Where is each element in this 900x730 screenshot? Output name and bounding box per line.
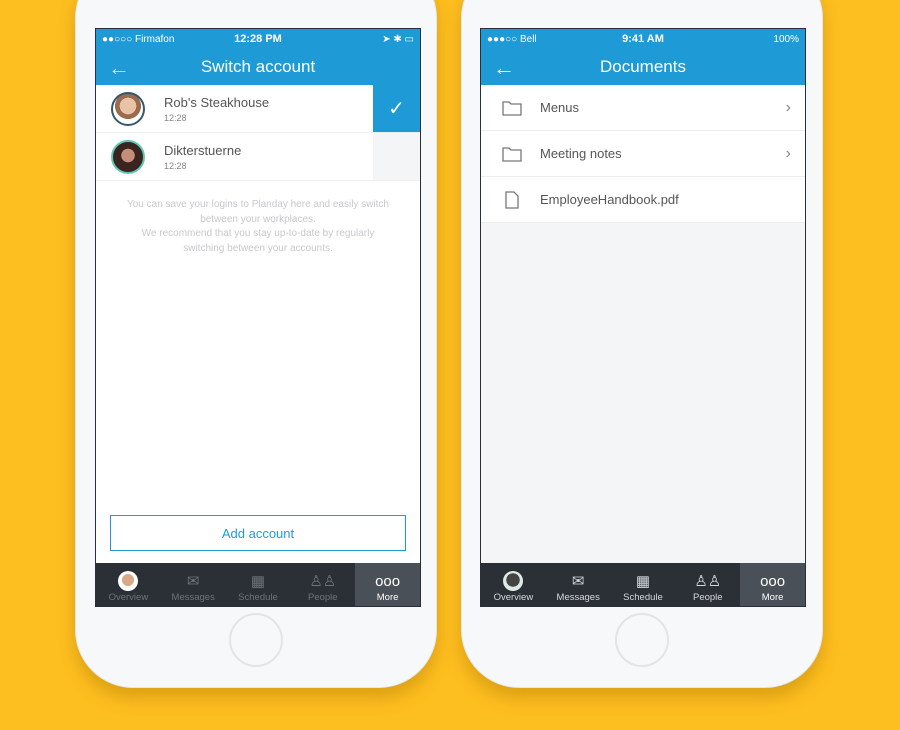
calendar-icon: ▦ bbox=[250, 573, 266, 590]
people-icon: ♙♙ bbox=[309, 573, 337, 590]
tab-label: People bbox=[692, 592, 723, 603]
add-account-button[interactable]: Add account bbox=[110, 515, 406, 551]
tab-label: Messages bbox=[171, 592, 215, 603]
more-icon: ooo bbox=[375, 572, 401, 590]
nav-bar: ← Switch account bbox=[96, 49, 420, 85]
page-title: Documents bbox=[600, 57, 686, 76]
switch-account-screen: ●●○○○ Firmafon 12:28 PM ➤ ✱ ▭ ← Switch a… bbox=[95, 28, 421, 607]
people-icon: ♙♙ bbox=[694, 573, 722, 590]
phone-right: ●●●○○ Bell 9:41 AM 100% ← Documents Menu… bbox=[461, 0, 823, 688]
tab-people[interactable]: ♙♙ People bbox=[675, 563, 740, 606]
tab-people[interactable]: ♙♙ People bbox=[290, 563, 355, 606]
account-row[interactable]: Dikterstuerne 12:28 bbox=[96, 133, 420, 181]
tab-bar: Overview ✉ Messages ▦ Schedule ♙♙ People oo… bbox=[481, 563, 805, 606]
tab-more[interactable]: ooo More bbox=[355, 563, 420, 606]
tab-more[interactable]: ooo More bbox=[740, 563, 805, 606]
tab-label: Schedule bbox=[623, 592, 663, 603]
account-row[interactable]: Rob's Steakhouse 12:28 ✓ bbox=[96, 85, 420, 133]
file-icon bbox=[501, 190, 523, 209]
account-name: Rob's Steakhouse bbox=[164, 94, 270, 110]
chevron-right-icon: › bbox=[785, 98, 791, 116]
more-icon: ooo bbox=[760, 572, 786, 590]
tab-label: Messages bbox=[556, 592, 600, 603]
document-list: Menus › Meeting notes › EmployeeHandbook.p… bbox=[481, 85, 805, 563]
list-item[interactable]: Menus › bbox=[481, 85, 805, 131]
avatar-icon bbox=[503, 571, 524, 591]
info-text: You can save your logins to Planday here… bbox=[96, 181, 420, 256]
status-bar: ●●●○○ Bell 9:41 AM 100% bbox=[481, 29, 805, 49]
tab-schedule[interactable]: ▦ Schedule bbox=[611, 563, 676, 606]
info-line: We recommend that you stay up-to-date by… bbox=[141, 228, 375, 254]
back-arrow-icon[interactable]: ← bbox=[108, 55, 130, 81]
info-line: You can save your logins to Planday here… bbox=[126, 199, 389, 225]
envelope-icon: ✉ bbox=[186, 573, 200, 590]
account-time: 12:28 bbox=[164, 112, 187, 123]
tab-schedule[interactable]: ▦ Schedule bbox=[226, 563, 291, 606]
tab-bar: Overview ✉ Messages ▦ Schedule ♙♙ People oo… bbox=[96, 563, 420, 606]
tab-messages[interactable]: ✉ Messages bbox=[161, 563, 226, 606]
tab-label: People bbox=[307, 592, 338, 603]
checkmark-icon[interactable]: ✓ bbox=[373, 85, 420, 132]
tab-overview[interactable]: Overview bbox=[96, 563, 161, 606]
tab-label: More bbox=[376, 592, 399, 603]
page-title: Switch account bbox=[200, 57, 316, 76]
home-button[interactable] bbox=[615, 613, 669, 667]
select-area[interactable] bbox=[373, 133, 420, 180]
phone-left: ●●○○○ Firmafon 12:28 PM ➤ ✱ ▭ ← Switch a… bbox=[75, 0, 437, 688]
tab-label: Schedule bbox=[238, 592, 278, 603]
envelope-icon: ✉ bbox=[571, 573, 585, 590]
documents-screen: ●●●○○ Bell 9:41 AM 100% ← Documents Menu… bbox=[480, 28, 806, 607]
home-button[interactable] bbox=[229, 613, 283, 667]
item-name: Menus bbox=[540, 100, 580, 115]
tab-overview[interactable]: Overview bbox=[481, 563, 546, 606]
back-arrow-icon[interactable]: ← bbox=[493, 55, 515, 81]
account-time: 12:28 bbox=[164, 160, 187, 171]
tab-label: Overview bbox=[493, 592, 534, 603]
status-bar: ●●○○○ Firmafon 12:28 PM ➤ ✱ ▭ bbox=[96, 29, 420, 49]
tab-label: More bbox=[761, 592, 784, 603]
calendar-icon: ▦ bbox=[635, 573, 651, 590]
item-name: EmployeeHandbook.pdf bbox=[540, 192, 679, 207]
avatar bbox=[111, 139, 145, 174]
list-item[interactable]: Meeting notes › bbox=[481, 131, 805, 177]
avatar-icon bbox=[118, 571, 139, 591]
avatar bbox=[111, 91, 145, 126]
chevron-right-icon: › bbox=[785, 144, 791, 162]
clock: 12:28 PM bbox=[234, 33, 282, 45]
folder-icon bbox=[501, 146, 523, 162]
item-name: Meeting notes bbox=[540, 146, 622, 161]
nav-bar: ← Documents bbox=[481, 49, 805, 85]
folder-icon bbox=[501, 100, 523, 116]
list-item[interactable]: EmployeeHandbook.pdf bbox=[481, 177, 805, 223]
account-name: Dikterstuerne bbox=[164, 142, 242, 158]
tab-messages[interactable]: ✉ Messages bbox=[546, 563, 611, 606]
clock: 9:41 AM bbox=[622, 33, 664, 45]
tab-label: Overview bbox=[108, 592, 149, 603]
